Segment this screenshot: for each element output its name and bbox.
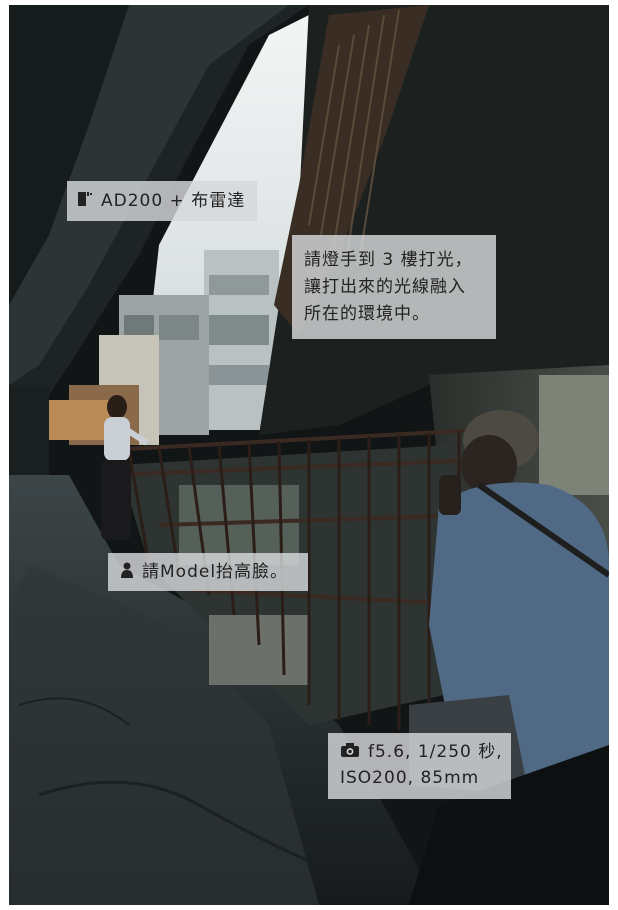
caption-assistant-instruction: 請燈手到 3 樓打光， 讓打出來的光線融入 所在的環境中。 — [292, 235, 496, 339]
caption-assistant-line-3: 所在的環境中。 — [304, 304, 430, 324]
caption-camera-settings: f5.6, 1/250 秒, ISO200, 85mm — [328, 733, 511, 799]
flash-light-icon — [78, 192, 92, 206]
caption-model-instruction: 請Model抬高臉。 — [108, 553, 308, 591]
caption-light-text: AD200 + 布雷達 — [101, 191, 246, 211]
caption-light-setup: AD200 + 布雷達 — [67, 181, 257, 221]
caption-assistant-line-2: 讓打出來的光線融入 — [304, 277, 466, 297]
caption-assistant-line-1: 請燈手到 3 樓打光， — [304, 250, 473, 270]
photo — [9, 5, 609, 905]
photo-scene — [9, 5, 609, 905]
camera-icon — [341, 743, 359, 757]
caption-camera-line-1: f5.6, 1/250 秒, — [368, 742, 503, 762]
person-icon — [121, 562, 133, 578]
caption-model-text: 請Model抬高臉。 — [142, 562, 289, 582]
caption-camera-line-2: ISO200, 85mm — [340, 768, 480, 788]
